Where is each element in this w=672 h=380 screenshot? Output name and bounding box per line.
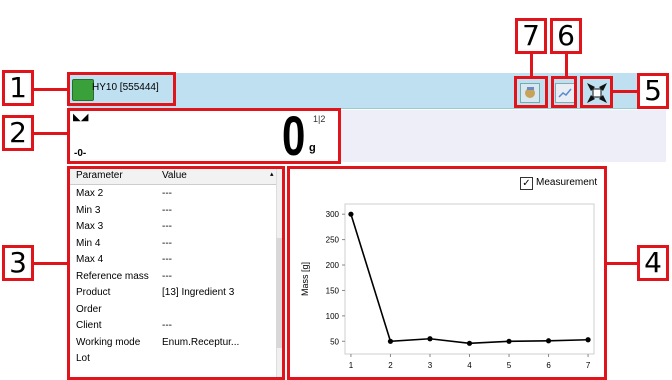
callout-2: 2 [2,115,34,151]
callout-3: 3 [2,245,34,281]
highlight-2 [67,108,341,164]
connector-4 [607,262,637,265]
connector-2 [32,132,68,135]
callout-7: 7 [515,18,547,54]
highlight-7 [514,76,548,108]
connector-7 [530,53,533,77]
callout-1: 1 [2,70,34,106]
callout-6: 6 [550,18,582,54]
highlight-4 [287,166,607,380]
connector-3 [32,262,68,265]
highlight-1 [67,72,176,106]
highlight-5 [580,76,613,108]
callout-5: 5 [637,73,669,109]
callout-4: 4 [637,245,669,281]
connector-6 [565,53,568,77]
connector-1 [32,88,68,91]
highlight-3 [67,166,285,380]
connector-5 [613,90,637,93]
highlight-6 [551,76,577,108]
display-side-panel [340,110,666,162]
